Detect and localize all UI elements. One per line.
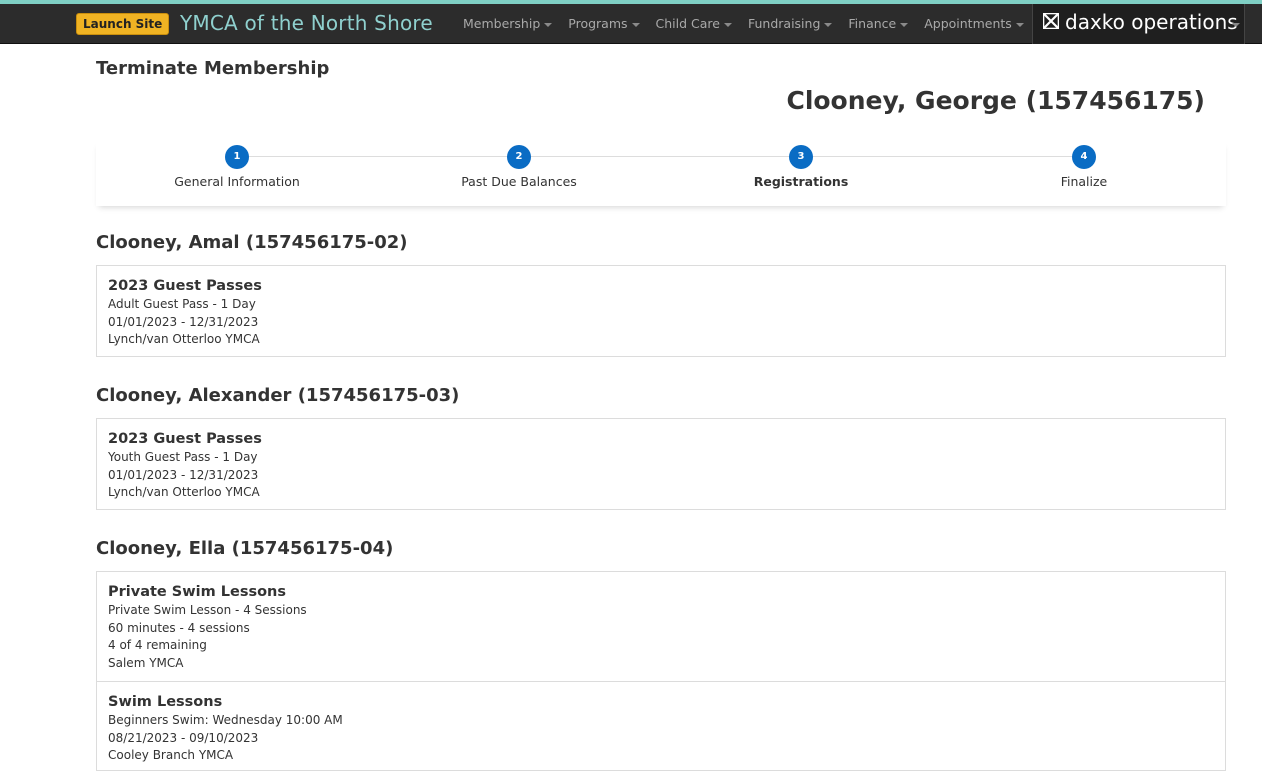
- page-title: Terminate Membership: [96, 58, 330, 79]
- step-finalize: 4 Finalize: [984, 145, 1184, 189]
- stepper-line: [237, 156, 1084, 157]
- registration-title: 2023 Guest Passes: [108, 431, 262, 447]
- registration-card: 2023 Guest Passes Youth Guest Pass - 1 D…: [96, 418, 1226, 510]
- registration-branch: Lynch/van Otterloo YMCA: [108, 485, 260, 499]
- registration-detail: Beginners Swim: Wednesday 10:00 AM: [108, 713, 343, 727]
- caret-down-icon: [1015, 22, 1024, 27]
- step-number: 1: [225, 145, 249, 169]
- registration-branch: Salem YMCA: [108, 655, 184, 670]
- caret-down-icon: [723, 22, 732, 27]
- registration-detail: Private Swim Lesson - 4 Sessions: [108, 603, 307, 617]
- step-number: 2: [507, 145, 531, 169]
- registration-detail: Youth Guest Pass - 1 Day: [108, 450, 258, 464]
- product-name: daxko operations: [1065, 10, 1238, 34]
- registration-dates: 08/21/2023 - 09/10/2023: [108, 730, 259, 745]
- registration-title: Private Swim Lessons: [108, 584, 287, 600]
- daxko-logo-icon: [1043, 13, 1059, 29]
- nav-child-care[interactable]: Child Care: [648, 4, 740, 44]
- launch-site-button[interactable]: Launch Site: [76, 13, 170, 35]
- step-label: Past Due Balances: [461, 174, 577, 189]
- registration-dates: 01/01/2023 - 12/31/2023: [108, 314, 259, 329]
- member-name: Clooney, George (157456175): [786, 86, 1205, 115]
- registration-item: 2023 Guest Passes Youth Guest Pass - 1 D…: [97, 419, 1225, 511]
- step-label: General Information: [174, 174, 300, 189]
- registration-detail: Adult Guest Pass - 1 Day: [108, 297, 256, 311]
- registration-card: 2023 Guest Passes Adult Guest Pass - 1 D…: [96, 265, 1226, 357]
- organization-name[interactable]: YMCA of the North Shore: [180, 10, 433, 36]
- registration-duration: 60 minutes - 4 sessions: [108, 620, 250, 635]
- step-number: 3: [789, 145, 813, 169]
- step-general-information: 1 General Information: [137, 145, 337, 189]
- nav-finance[interactable]: Finance: [840, 4, 916, 44]
- step-label: Registrations: [753, 174, 849, 189]
- caret-down-icon: [544, 22, 553, 27]
- caret-down-icon: [631, 22, 640, 27]
- registration-item: Swim Lessons Beginners Swim: Wednesday 1…: [97, 681, 1225, 774]
- registration-card: Private Swim Lessons Private Swim Lesson…: [96, 571, 1226, 771]
- family-member-heading: Clooney, Amal (157456175-02): [96, 232, 408, 253]
- nav-membership[interactable]: Membership: [455, 4, 560, 44]
- caret-down-icon: [1232, 23, 1240, 27]
- progress-stepper: 1 General Information 2 Past Due Balance…: [96, 140, 1226, 206]
- nav-appointments[interactable]: Appointments: [916, 4, 1032, 44]
- step-number: 4: [1072, 145, 1096, 169]
- caret-down-icon: [900, 22, 909, 27]
- registration-item: 2023 Guest Passes Adult Guest Pass - 1 D…: [97, 266, 1225, 358]
- nav-programs[interactable]: Programs: [560, 4, 647, 44]
- step-registrations: 3 Registrations: [701, 145, 901, 189]
- registration-branch: Cooley Branch YMCA: [108, 748, 234, 762]
- family-member-heading: Clooney, Alexander (157456175-03): [96, 385, 460, 406]
- top-navbar: Launch Site YMCA of the North Shore Memb…: [0, 0, 1262, 44]
- registration-title: Swim Lessons: [108, 694, 223, 710]
- registration-title: 2023 Guest Passes: [108, 278, 262, 294]
- registration-item: Private Swim Lessons Private Swim Lesson…: [97, 572, 1225, 681]
- caret-down-icon: [824, 22, 833, 27]
- registration-remaining: 4 of 4 remaining: [108, 638, 207, 652]
- registration-dates: 01/01/2023 - 12/31/2023: [108, 467, 259, 482]
- registration-branch: Lynch/van Otterloo YMCA: [108, 332, 260, 346]
- step-label: Finalize: [1060, 174, 1108, 189]
- main-nav: Membership Programs Child Care Fundraisi…: [455, 4, 1032, 44]
- nav-fundraising[interactable]: Fundraising: [740, 4, 840, 44]
- product-menu[interactable]: daxko operations: [1032, 4, 1245, 44]
- family-member-heading: Clooney, Ella (157456175-04): [96, 538, 394, 559]
- step-past-due-balances: 2 Past Due Balances: [419, 145, 619, 189]
